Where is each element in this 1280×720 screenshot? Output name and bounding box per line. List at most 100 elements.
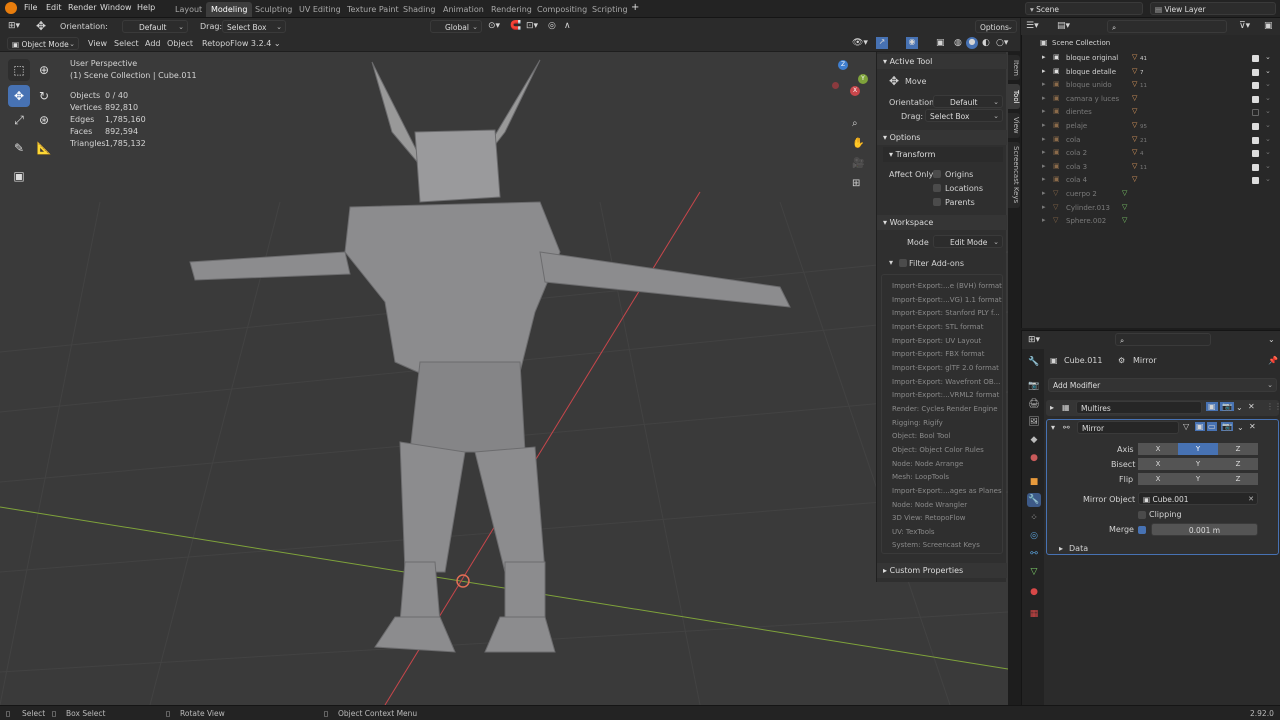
exclude-checkbox[interactable] — [1252, 163, 1259, 171]
outliner-item[interactable]: ▸ ▣ bloque unido ▽ 11 ⌄ — [1022, 79, 1280, 92]
orientation-dropdown[interactable]: Default ⌄ — [122, 20, 188, 33]
origins-checkbox[interactable] — [933, 170, 941, 178]
expand-icon[interactable]: ▸ — [1042, 189, 1046, 197]
outliner-item[interactable]: ▸ ▣ cola 4 ▽ ⌄ — [1022, 174, 1280, 187]
properties-options-icon[interactable]: ⌄ — [1268, 335, 1275, 344]
pan-hand-icon[interactable]: ✋ — [852, 138, 864, 149]
gizmo-z-axis[interactable]: Z — [838, 60, 848, 70]
drag-dropdown[interactable]: Select Box ⌄ — [222, 20, 286, 33]
axis-y-toggle[interactable]: Y — [1178, 443, 1218, 455]
outliner-item[interactable]: ▸ ▽ Sphere.002 ▽ — [1022, 215, 1280, 228]
exclude-checkbox[interactable] — [1252, 82, 1259, 90]
panel-orientation-dropdown[interactable]: Default ⌄ — [933, 95, 1003, 108]
bisect-x-toggle[interactable]: X — [1138, 458, 1178, 470]
flip-x-toggle[interactable]: X — [1138, 473, 1178, 485]
show-viewport-icon[interactable]: ▭ — [1207, 422, 1217, 431]
addon-item[interactable]: Object: Bool Tool — [892, 432, 951, 440]
scene-props-icon[interactable]: ◆ — [1027, 433, 1041, 447]
addon-item[interactable]: Import-Export:...VRML2 format — [892, 391, 999, 399]
addon-item[interactable]: Import-Export: FBX format — [892, 350, 984, 358]
transform-subsection[interactable]: ▾ Transform — [883, 147, 1003, 162]
tab-sculpting[interactable]: Sculpting — [250, 2, 297, 17]
addon-item[interactable]: Import-Export: UV Layout — [892, 337, 981, 345]
outliner-item[interactable]: ▸ ▣ camara y luces ▽ ⌄ — [1022, 93, 1280, 106]
camera-icon[interactable]: 🎥 — [852, 158, 864, 169]
expand-icon[interactable]: ▸ — [1042, 175, 1046, 183]
editor-type-icon[interactable]: ⊞▾ — [8, 21, 20, 31]
object-props-icon[interactable]: ■ — [1027, 475, 1041, 489]
workspace-mode-dropdown[interactable]: Edit Mode ⌄ — [933, 235, 1003, 248]
gizmo-toggle-icon[interactable]: ↗ — [876, 37, 888, 49]
outliner-item[interactable]: ▸ ▣ cola ▽ 21 ⌄ — [1022, 134, 1280, 147]
cursor-tool-button[interactable]: ⊕ — [33, 59, 55, 81]
outliner-item[interactable]: ▸ ▣ pelaje ▽ 95 ⌄ — [1022, 120, 1280, 133]
addon-item[interactable]: Import-Export: STL format — [892, 323, 983, 331]
overlay-toggle-icon[interactable]: ◉ — [906, 37, 918, 49]
view-layer-props-icon[interactable]: 🖼 — [1027, 415, 1041, 429]
outliner-item[interactable]: ▸ ▣ dientes ▽ ⌄ — [1022, 106, 1280, 119]
scale-tool-button[interactable]: ⤢ — [8, 109, 30, 131]
tab-view[interactable]: View — [1008, 113, 1020, 138]
visibility-icon[interactable]: ⌄ — [1265, 107, 1271, 115]
navigation-gizmo[interactable]: Z X Y — [828, 60, 870, 102]
tab-scripting[interactable]: Scripting — [587, 2, 633, 17]
outliner-item[interactable]: ▸ ▽ cuerpo 2 ▽ — [1022, 188, 1280, 201]
particles-props-icon[interactable]: ⁘ — [1027, 511, 1041, 525]
xray-icon[interactable]: ▣ — [936, 38, 945, 48]
workspace-section[interactable]: ▾ Workspace — [877, 215, 1007, 230]
exclude-checkbox[interactable] — [1252, 55, 1259, 62]
outliner-item[interactable]: ▸ ▣ bloque detalle ▽ 7 ⌄ — [1022, 66, 1280, 79]
parents-checkbox[interactable] — [933, 198, 941, 206]
blender-logo-icon[interactable] — [5, 2, 17, 14]
active-tool-section[interactable]: ▾ Active Tool — [877, 54, 1007, 69]
menu-file[interactable]: File — [24, 3, 37, 12]
exclude-checkbox[interactable] — [1252, 177, 1259, 185]
visibility-icon[interactable]: ⌄ — [1265, 94, 1271, 102]
data-props-icon[interactable]: ▽ — [1027, 565, 1041, 579]
new-collection-icon[interactable]: ▣ — [1264, 21, 1273, 31]
expand-icon[interactable]: ▸ — [1042, 80, 1046, 88]
expand-icon[interactable]: ▸ — [1042, 53, 1046, 61]
tab-screencast-keys[interactable]: Screencast Keys — [1008, 142, 1020, 208]
merge-checkbox[interactable] — [1138, 526, 1146, 534]
visibility-icon[interactable]: ⌄ — [1265, 162, 1271, 170]
add-workspace-icon[interactable]: + — [631, 2, 639, 13]
tab-compositing[interactable]: Compositing — [532, 2, 592, 17]
mirror-name-field[interactable]: Mirror — [1077, 421, 1179, 434]
show-render-icon[interactable]: 📷 — [1221, 422, 1233, 431]
select-tool-button[interactable]: ⬚ — [8, 59, 30, 81]
filter-addons-checkbox[interactable] — [899, 259, 907, 267]
menu-help[interactable]: Help — [137, 3, 155, 12]
3d-viewport[interactable]: ⬚ ⊕ ✥ ↻ ⤢ ⊛ ✎ 📐 ▣ User Perspective (1) S… — [0, 52, 1008, 705]
expand-icon[interactable]: ▸ — [1042, 121, 1046, 129]
addon-item[interactable]: Rigging: Rigify — [892, 419, 943, 427]
outliner-search-input[interactable]: ⌕ — [1107, 20, 1227, 33]
addon-item[interactable]: Render: Cycles Render Engine — [892, 405, 998, 413]
exclude-checkbox[interactable] — [1252, 68, 1259, 76]
dropdown-icon[interactable]: ⌄ — [1237, 423, 1244, 432]
snap-target-icon[interactable]: ⊡▾ — [526, 21, 538, 31]
rendered-shading-icon[interactable]: ○▾ — [996, 38, 1008, 48]
pin-icon[interactable]: 📌 — [1268, 356, 1278, 365]
bisect-z-toggle[interactable]: Z — [1218, 458, 1258, 470]
tab-shading[interactable]: Shading — [398, 2, 441, 17]
constraints-props-icon[interactable]: ⚯ — [1027, 547, 1041, 561]
physics-props-icon[interactable]: ◎ — [1027, 529, 1041, 543]
panel-drag-dropdown[interactable]: Select Box ⌄ — [925, 109, 1003, 122]
tab-rendering[interactable]: Rendering — [486, 2, 537, 17]
axis-z-toggle[interactable]: Z — [1218, 443, 1258, 455]
modifier-props-icon[interactable]: 🔧 — [1027, 493, 1041, 507]
visibility-icon[interactable]: ⌄ — [1265, 80, 1271, 88]
addon-item[interactable]: Import-Export: Stanford PLY f... — [892, 309, 1000, 317]
drag-handle-icon[interactable]: ⋮⋮ — [1266, 402, 1280, 411]
outliner-item[interactable]: ▸ ▣ cola 3 ▽ 11 ⌄ — [1022, 161, 1280, 174]
proportional-edit-icon[interactable]: ◎ — [548, 21, 556, 31]
addon-item[interactable]: Node: Node Wrangler — [892, 501, 967, 509]
filter-addons-collapse-icon[interactable]: ▾ — [889, 258, 893, 267]
addon-item[interactable]: Import-Export:...e (BVH) format — [892, 282, 1002, 290]
visibility-icon[interactable]: ⌄ — [1265, 121, 1271, 129]
ortho-grid-icon[interactable]: ⊞ — [852, 178, 860, 189]
mode-dropdown[interactable]: ▣ Object Mode ⌄ — [7, 37, 79, 50]
menu-window[interactable]: Window — [100, 3, 132, 12]
expand-icon[interactable]: ▸ — [1042, 107, 1046, 115]
